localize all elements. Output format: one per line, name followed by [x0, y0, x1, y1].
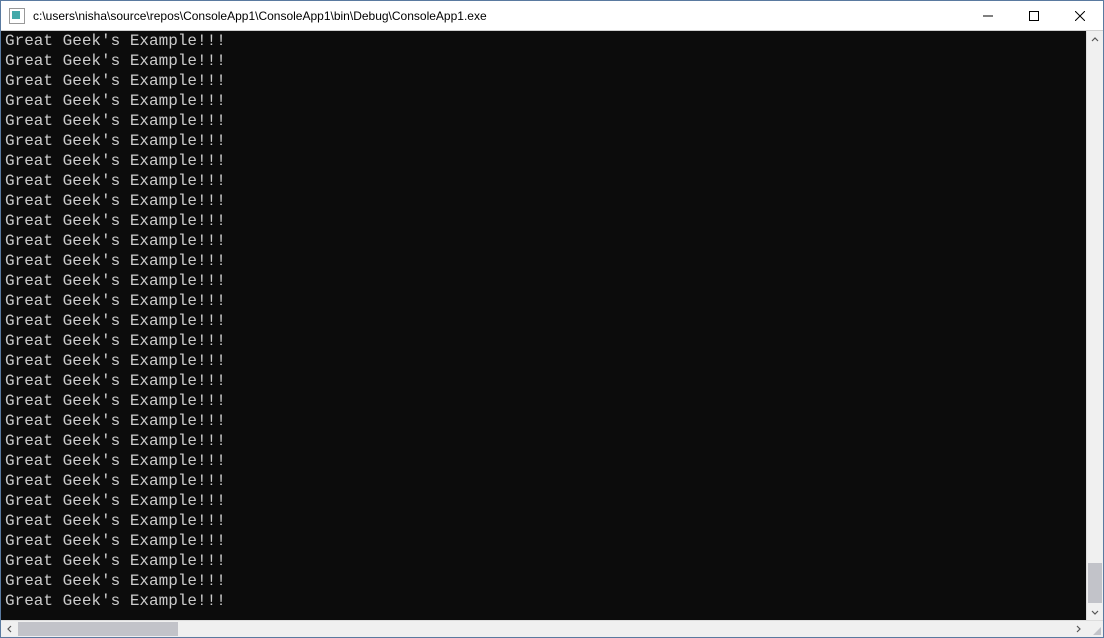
console-line: Great Geek's Example!!!: [5, 451, 1086, 471]
console-line: Great Geek's Example!!!: [5, 231, 1086, 251]
console-line: Great Geek's Example!!!: [5, 171, 1086, 191]
maximize-button[interactable]: [1011, 1, 1057, 30]
console-line: Great Geek's Example!!!: [5, 411, 1086, 431]
vertical-scrollbar[interactable]: [1086, 31, 1103, 620]
titlebar[interactable]: c:\users\nisha\source\repos\ConsoleApp1\…: [1, 1, 1103, 31]
app-icon: [9, 8, 25, 24]
window-title: c:\users\nisha\source\repos\ConsoleApp1\…: [33, 9, 965, 23]
console-line: Great Geek's Example!!!: [5, 291, 1086, 311]
minimize-button[interactable]: [965, 1, 1011, 30]
console-line: Great Geek's Example!!!: [5, 91, 1086, 111]
console-line: Great Geek's Example!!!: [5, 571, 1086, 591]
console-line: Great Geek's Example!!!: [5, 471, 1086, 491]
close-icon: [1075, 11, 1085, 21]
close-button[interactable]: [1057, 1, 1103, 30]
console-line: Great Geek's Example!!!: [5, 531, 1086, 551]
console-line: Great Geek's Example!!!: [5, 591, 1086, 611]
console-line: Great Geek's Example!!!: [5, 351, 1086, 371]
console-line: Great Geek's Example!!!: [5, 511, 1086, 531]
console-line: Great Geek's Example!!!: [5, 391, 1086, 411]
console-line: Great Geek's Example!!!: [5, 71, 1086, 91]
scroll-up-arrow-icon[interactable]: [1087, 31, 1103, 48]
console-line: Great Geek's Example!!!: [5, 311, 1086, 331]
console-line: Great Geek's Example!!!: [5, 251, 1086, 271]
chevron-right-icon: [1074, 625, 1082, 633]
vertical-scroll-thumb[interactable]: [1088, 563, 1102, 603]
scroll-right-arrow-icon[interactable]: [1069, 621, 1086, 637]
console-line: Great Geek's Example!!!: [5, 271, 1086, 291]
console-line: Great Geek's Example!!!: [5, 131, 1086, 151]
console-line: Great Geek's Example!!!: [5, 431, 1086, 451]
minimize-icon: [983, 11, 993, 21]
horizontal-scroll-track[interactable]: [18, 621, 1069, 637]
console-line: Great Geek's Example!!!: [5, 211, 1086, 231]
scroll-down-arrow-icon[interactable]: [1087, 603, 1103, 620]
console-line: Great Geek's Example!!!: [5, 31, 1086, 51]
window-controls: [965, 1, 1103, 30]
console-line: Great Geek's Example!!!: [5, 371, 1086, 391]
scroll-left-arrow-icon[interactable]: [1, 621, 18, 637]
console-line: Great Geek's Example!!!: [5, 191, 1086, 211]
horizontal-scroll-thumb[interactable]: [18, 622, 178, 636]
resize-grip-icon[interactable]: [1086, 621, 1103, 637]
console-line: Great Geek's Example!!!: [5, 331, 1086, 351]
console-window: c:\users\nisha\source\repos\ConsoleApp1\…: [0, 0, 1104, 638]
maximize-icon: [1029, 11, 1039, 21]
chevron-left-icon: [6, 625, 14, 633]
console-line: Great Geek's Example!!!: [5, 551, 1086, 571]
vertical-scroll-track[interactable]: [1087, 48, 1103, 603]
console-output[interactable]: Great Geek's Example!!!Great Geek's Exam…: [1, 31, 1086, 620]
client-area: Great Geek's Example!!!Great Geek's Exam…: [1, 31, 1103, 637]
chevron-up-icon: [1091, 36, 1099, 44]
console-line: Great Geek's Example!!!: [5, 51, 1086, 71]
horizontal-scrollbar[interactable]: [1, 620, 1103, 637]
console-line: Great Geek's Example!!!: [5, 111, 1086, 131]
console-line: Great Geek's Example!!!: [5, 491, 1086, 511]
console-line: Great Geek's Example!!!: [5, 151, 1086, 171]
content-row: Great Geek's Example!!!Great Geek's Exam…: [1, 31, 1103, 620]
chevron-down-icon: [1091, 608, 1099, 616]
